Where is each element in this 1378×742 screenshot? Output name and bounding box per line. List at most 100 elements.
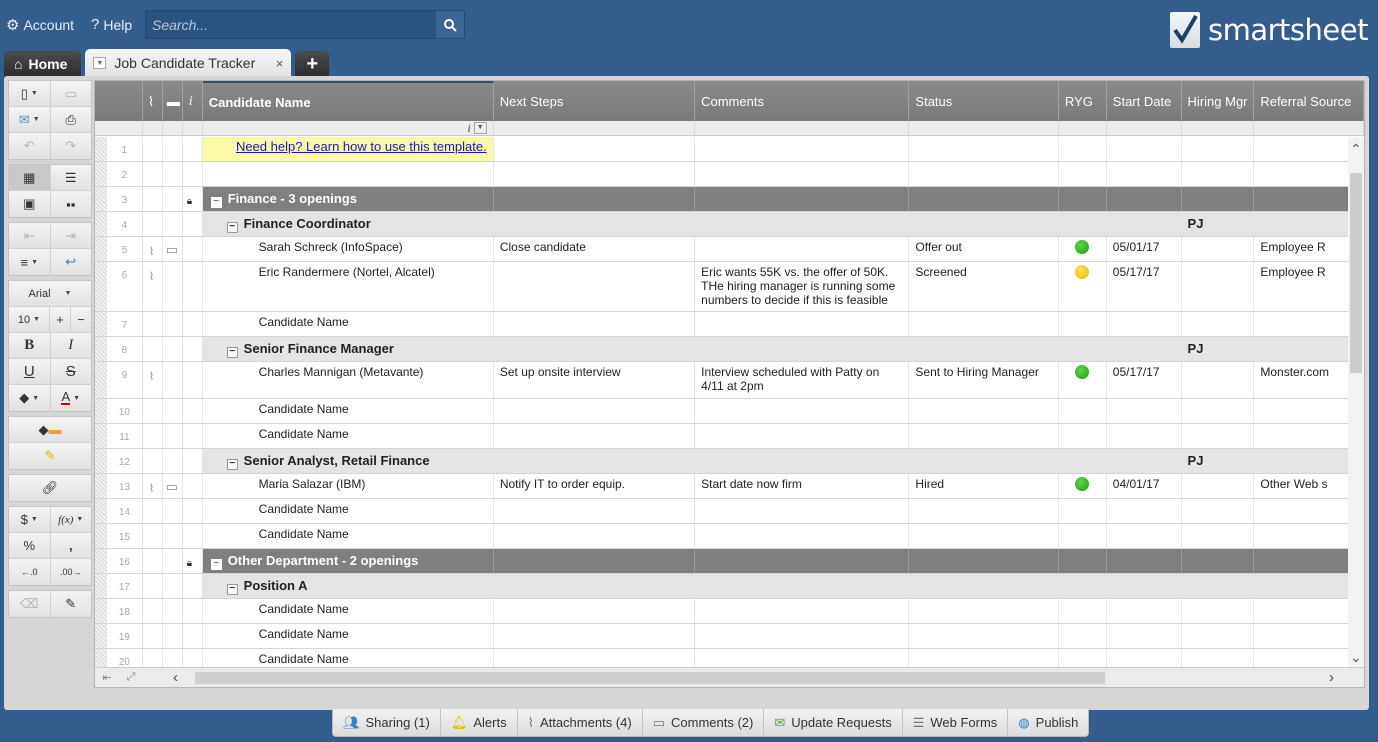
cell-start[interactable]: 04/01/17 [1107, 474, 1182, 498]
italic-button[interactable]: I [50, 333, 91, 358]
cell-status[interactable] [909, 599, 1059, 623]
cell-comments[interactable]: Eric wants 55K vs. the offer of 50K. THe… [695, 262, 910, 311]
position-row[interactable]: 17 − Position A [95, 574, 1364, 599]
underline-button[interactable]: U [9, 359, 51, 384]
cell-status[interactable] [909, 137, 1059, 161]
search-input[interactable] [146, 11, 436, 38]
row-drag-handle[interactable] [95, 474, 107, 498]
cell-status[interactable] [909, 162, 1059, 186]
attachment-cell[interactable]: ⌇ [143, 262, 163, 311]
cell-status[interactable] [909, 524, 1059, 548]
row-drag-handle[interactable] [95, 237, 107, 261]
cell-comments[interactable] [695, 499, 910, 523]
cell-comments[interactable]: Start date now firm [695, 474, 910, 498]
cell-comments[interactable] [695, 449, 910, 473]
column-header-referral-source[interactable]: Referral Source [1254, 81, 1364, 121]
cell-start[interactable]: 05/01/17 [1107, 237, 1182, 261]
collapse-toggle-icon[interactable]: − [226, 222, 238, 233]
cell-name[interactable]: Charles Mannigan (Metavante) [203, 362, 494, 398]
cell-name[interactable]: Need help? Learn how to use this templat… [202, 137, 494, 161]
cell-name[interactable]: Maria Salazar (IBM) [203, 474, 494, 498]
column-menu-dropdown[interactable]: ▼ [473, 122, 487, 134]
table-row[interactable]: 10 Candidate Name [95, 399, 1364, 424]
cell-status[interactable] [909, 212, 1059, 236]
cell-status[interactable] [909, 549, 1059, 573]
tab-home[interactable]: ⌂ Home [4, 51, 82, 77]
table-row[interactable]: 15 Candidate Name [95, 524, 1364, 549]
row-header[interactable]: 11 [95, 424, 143, 448]
cell-comments[interactable] [695, 337, 910, 361]
cell-mgr[interactable] [1182, 237, 1255, 261]
cell-next[interactable] [494, 599, 696, 623]
new-button[interactable]: ▯ ▼ [9, 81, 51, 106]
cell-ryg[interactable] [1058, 574, 1107, 598]
strikethrough-button[interactable]: S [50, 359, 91, 384]
cell-comments[interactable]: Interview scheduled with Patty on 4/11 a… [695, 362, 910, 398]
close-tab-icon[interactable]: × [276, 56, 284, 71]
account-link[interactable]: ⚙ Account [6, 16, 74, 34]
cell-mgr[interactable] [1181, 187, 1255, 211]
cell-name[interactable] [203, 162, 494, 186]
cell-comments[interactable] [695, 599, 910, 623]
cell-ryg[interactable] [1059, 362, 1107, 398]
cell-next[interactable] [494, 524, 696, 548]
bold-button[interactable]: B [9, 333, 51, 358]
fill-color-button[interactable]: ◆ ▼ [9, 385, 51, 411]
cell-ryg[interactable] [1059, 499, 1107, 523]
cell-status[interactable] [909, 399, 1059, 423]
calendar-view-button[interactable]: ▣ [9, 191, 51, 217]
row-header[interactable]: 4 [95, 212, 143, 236]
cell-next[interactable]: Notify IT to order equip. [494, 474, 696, 498]
row-header[interactable]: 14 [95, 499, 143, 523]
cell-name[interactable]: − Other Department - 2 openings [202, 549, 494, 573]
row-drag-handle[interactable] [95, 187, 107, 211]
cell-next[interactable] [493, 449, 696, 473]
row-drag-handle[interactable] [95, 212, 107, 236]
paperclip-icon[interactable]: ⌇ [149, 246, 154, 258]
cell-name[interactable]: − Finance - 3 openings [202, 187, 494, 211]
clear-format-button[interactable]: ⌫ [9, 591, 51, 617]
attachment-cell[interactable]: ⌇ [143, 362, 163, 398]
row-drag-handle[interactable] [95, 162, 107, 186]
decrease-decimal-button[interactable]: ←.0 [9, 559, 51, 585]
paperclip-icon[interactable]: ⌇ [149, 483, 154, 495]
save-button[interactable]: ▭ [50, 81, 91, 106]
cell-mgr[interactable] [1182, 137, 1255, 161]
cell-comments[interactable] [695, 312, 910, 336]
highlight-changes-button[interactable]: ✎ [9, 443, 91, 469]
cell-ryg[interactable] [1059, 312, 1107, 336]
bottom-tab-alerts[interactable]: 🔔︎ Alerts [441, 709, 518, 736]
cell-mgr[interactable] [1181, 549, 1255, 573]
bottom-tab-comments[interactable]: ▭ Comments (2) [643, 709, 765, 736]
comment-cell[interactable]: ▭ [163, 474, 183, 498]
row-header[interactable]: 16 [95, 549, 143, 573]
cell-name[interactable]: Sarah Schreck (InfoSpace) [203, 237, 494, 261]
cell-name[interactable]: Candidate Name [203, 524, 494, 548]
row-drag-handle[interactable] [95, 524, 107, 548]
cell-mgr[interactable]: PJ [1181, 212, 1255, 236]
cell-ryg[interactable] [1059, 599, 1107, 623]
collapse-toolbar-icon[interactable]: ⇤ [95, 671, 119, 684]
row-drag-handle[interactable] [95, 549, 107, 573]
undo-button[interactable]: ↶ [9, 133, 51, 159]
cell-comments[interactable] [695, 212, 910, 236]
cell-start[interactable] [1106, 337, 1182, 361]
cell-status[interactable] [909, 499, 1059, 523]
cell-ryg[interactable] [1058, 549, 1107, 573]
add-tab-button[interactable]: + [295, 51, 330, 77]
collapse-toggle-icon[interactable]: − [210, 197, 222, 208]
text-color-button[interactable]: A ▼ [50, 385, 91, 411]
cell-ryg[interactable] [1059, 399, 1107, 423]
scroll-up-icon[interactable]: ⌃ [1350, 141, 1362, 158]
position-row[interactable]: 12 − Senior Analyst, Retail Finance PJ [95, 449, 1364, 474]
cell-comments[interactable] [695, 399, 910, 423]
font-size-decrease-button[interactable]: − [71, 307, 91, 332]
outdent-button[interactable]: ⇤ [9, 223, 51, 248]
cell-comments[interactable] [695, 187, 910, 211]
row-header[interactable]: 9 [95, 362, 143, 398]
cell-status[interactable] [909, 337, 1059, 361]
table-row[interactable]: 1 Need help? Learn how to use this templa… [95, 137, 1364, 162]
bottom-tab-attachments[interactable]: ⌇ Attachments (4) [518, 709, 643, 736]
bottom-tab-sharing[interactable]: 👥︎ Sharing (1) [333, 709, 441, 736]
grid-view-button[interactable]: ▦ [9, 165, 51, 190]
